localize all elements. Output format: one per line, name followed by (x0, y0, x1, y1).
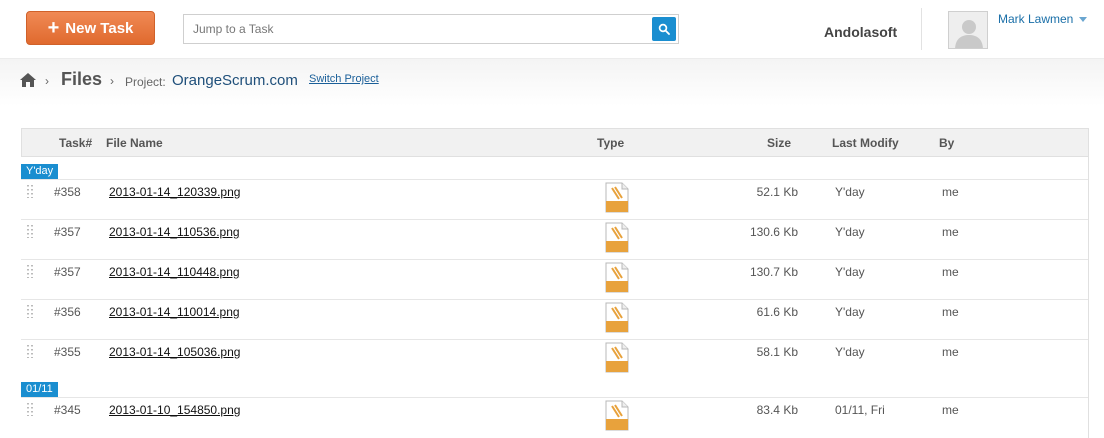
top-header: + New Task Andolasoft Mark Lawmen (0, 0, 1104, 58)
caret-down-icon[interactable] (1079, 17, 1087, 22)
plus-icon: + (47, 17, 60, 39)
file-size: 130.7 Kb (749, 265, 798, 279)
project-name: OrangeScrum.com (172, 72, 298, 89)
table-row: #357 2013-01-14_110448.png 130.7 Kb Y'day me (21, 259, 1089, 299)
breadcrumb-separator: › (110, 74, 114, 88)
task-number[interactable]: #345 (54, 403, 81, 417)
file-name-link[interactable]: 2013-01-14_105036.png (109, 345, 240, 359)
file-name-link[interactable]: 2013-01-14_110536.png (109, 225, 240, 239)
png-file-icon (604, 182, 630, 213)
breadcrumb: › Files › Project: OrangeScrum.com Switc… (0, 58, 1104, 106)
drag-handle-icon[interactable] (27, 265, 33, 279)
task-number[interactable]: #357 (54, 225, 81, 239)
drag-handle-icon[interactable] (27, 403, 33, 417)
search-input[interactable] (184, 15, 644, 43)
png-file-icon (604, 262, 630, 293)
table-row: #345 2013-01-10_154850.png 83.4 Kb 01/11, F… (21, 397, 1089, 437)
uploaded-by: me (942, 225, 959, 239)
breadcrumb-separator: › (45, 74, 49, 88)
uploaded-by: me (942, 265, 959, 279)
uploaded-by: me (942, 305, 959, 319)
drag-handle-icon[interactable] (27, 185, 33, 199)
date-group-badge: 01/11 (21, 382, 58, 397)
last-modified: Y'day (835, 225, 865, 239)
drag-handle-icon[interactable] (27, 345, 33, 359)
file-name-link[interactable]: 2013-01-14_110448.png (109, 265, 240, 279)
file-name-link[interactable]: 2013-01-14_110014.png (109, 305, 240, 319)
project-label: Project: (125, 75, 166, 89)
column-header-task[interactable]: Task# (59, 136, 92, 150)
last-modified: Y'day (835, 185, 865, 199)
table-row: #357 2013-01-14_110536.png 130.6 Kb Y'day me (21, 219, 1089, 259)
avatar[interactable] (948, 11, 988, 49)
header-divider (921, 8, 922, 50)
file-size: 61.6 Kb (756, 305, 798, 319)
task-search (183, 14, 679, 44)
png-file-icon (604, 342, 630, 373)
file-size: 58.1 Kb (756, 345, 798, 359)
column-header-last-modify[interactable]: Last Modify (832, 136, 899, 150)
avatar-icon (949, 12, 987, 48)
table-row: #355 2013-01-14_105036.png 58.1 Kb Y'day me (21, 339, 1089, 379)
task-number[interactable]: #357 (54, 265, 81, 279)
last-modified: Y'day (835, 305, 865, 319)
drag-handle-icon[interactable] (27, 225, 33, 239)
png-file-icon (604, 302, 630, 333)
table-row: #358 2013-01-14_120339.png 52.1 Kb Y'day me (21, 179, 1089, 219)
date-group-badge: Y'day (21, 164, 59, 179)
uploaded-by: me (942, 185, 959, 199)
drag-handle-icon[interactable] (27, 305, 33, 319)
task-number[interactable]: #356 (54, 305, 81, 319)
task-number[interactable]: #355 (54, 345, 81, 359)
company-name[interactable]: Andolasoft (824, 24, 897, 40)
file-size: 83.4 Kb (756, 403, 798, 417)
last-modified: 01/11, Fri (835, 403, 885, 417)
files-table-header: Task# File Name Type Size Last Modify By (21, 128, 1089, 157)
last-modified: Y'day (835, 265, 865, 279)
page-title: Files (61, 69, 103, 89)
uploaded-by: me (942, 403, 959, 417)
new-task-button[interactable]: + New Task (26, 11, 155, 45)
png-file-icon (604, 400, 630, 431)
task-number[interactable]: #358 (54, 185, 81, 199)
png-file-icon (604, 222, 630, 253)
column-header-size[interactable]: Size (767, 136, 791, 150)
home-icon[interactable] (19, 72, 37, 88)
file-name-link[interactable]: 2013-01-14_120339.png (109, 185, 240, 199)
last-modified: Y'day (835, 345, 865, 359)
column-header-type[interactable]: Type (597, 136, 624, 150)
file-name-link[interactable]: 2013-01-10_154850.png (109, 403, 240, 417)
search-button[interactable] (652, 17, 676, 41)
column-header-file-name[interactable]: File Name (106, 136, 163, 150)
table-border (1088, 157, 1089, 438)
uploaded-by: me (942, 345, 959, 359)
column-header-by[interactable]: By (939, 136, 954, 150)
table-row: #356 2013-01-14_110014.png 61.6 Kb Y'day me (21, 299, 1089, 339)
user-name[interactable]: Mark Lawmen (998, 12, 1073, 26)
new-task-label: New Task (65, 19, 134, 37)
file-size: 52.1 Kb (756, 185, 798, 199)
search-icon (658, 23, 670, 35)
switch-project-link[interactable]: Switch Project (309, 73, 379, 85)
file-size: 130.6 Kb (749, 225, 798, 239)
